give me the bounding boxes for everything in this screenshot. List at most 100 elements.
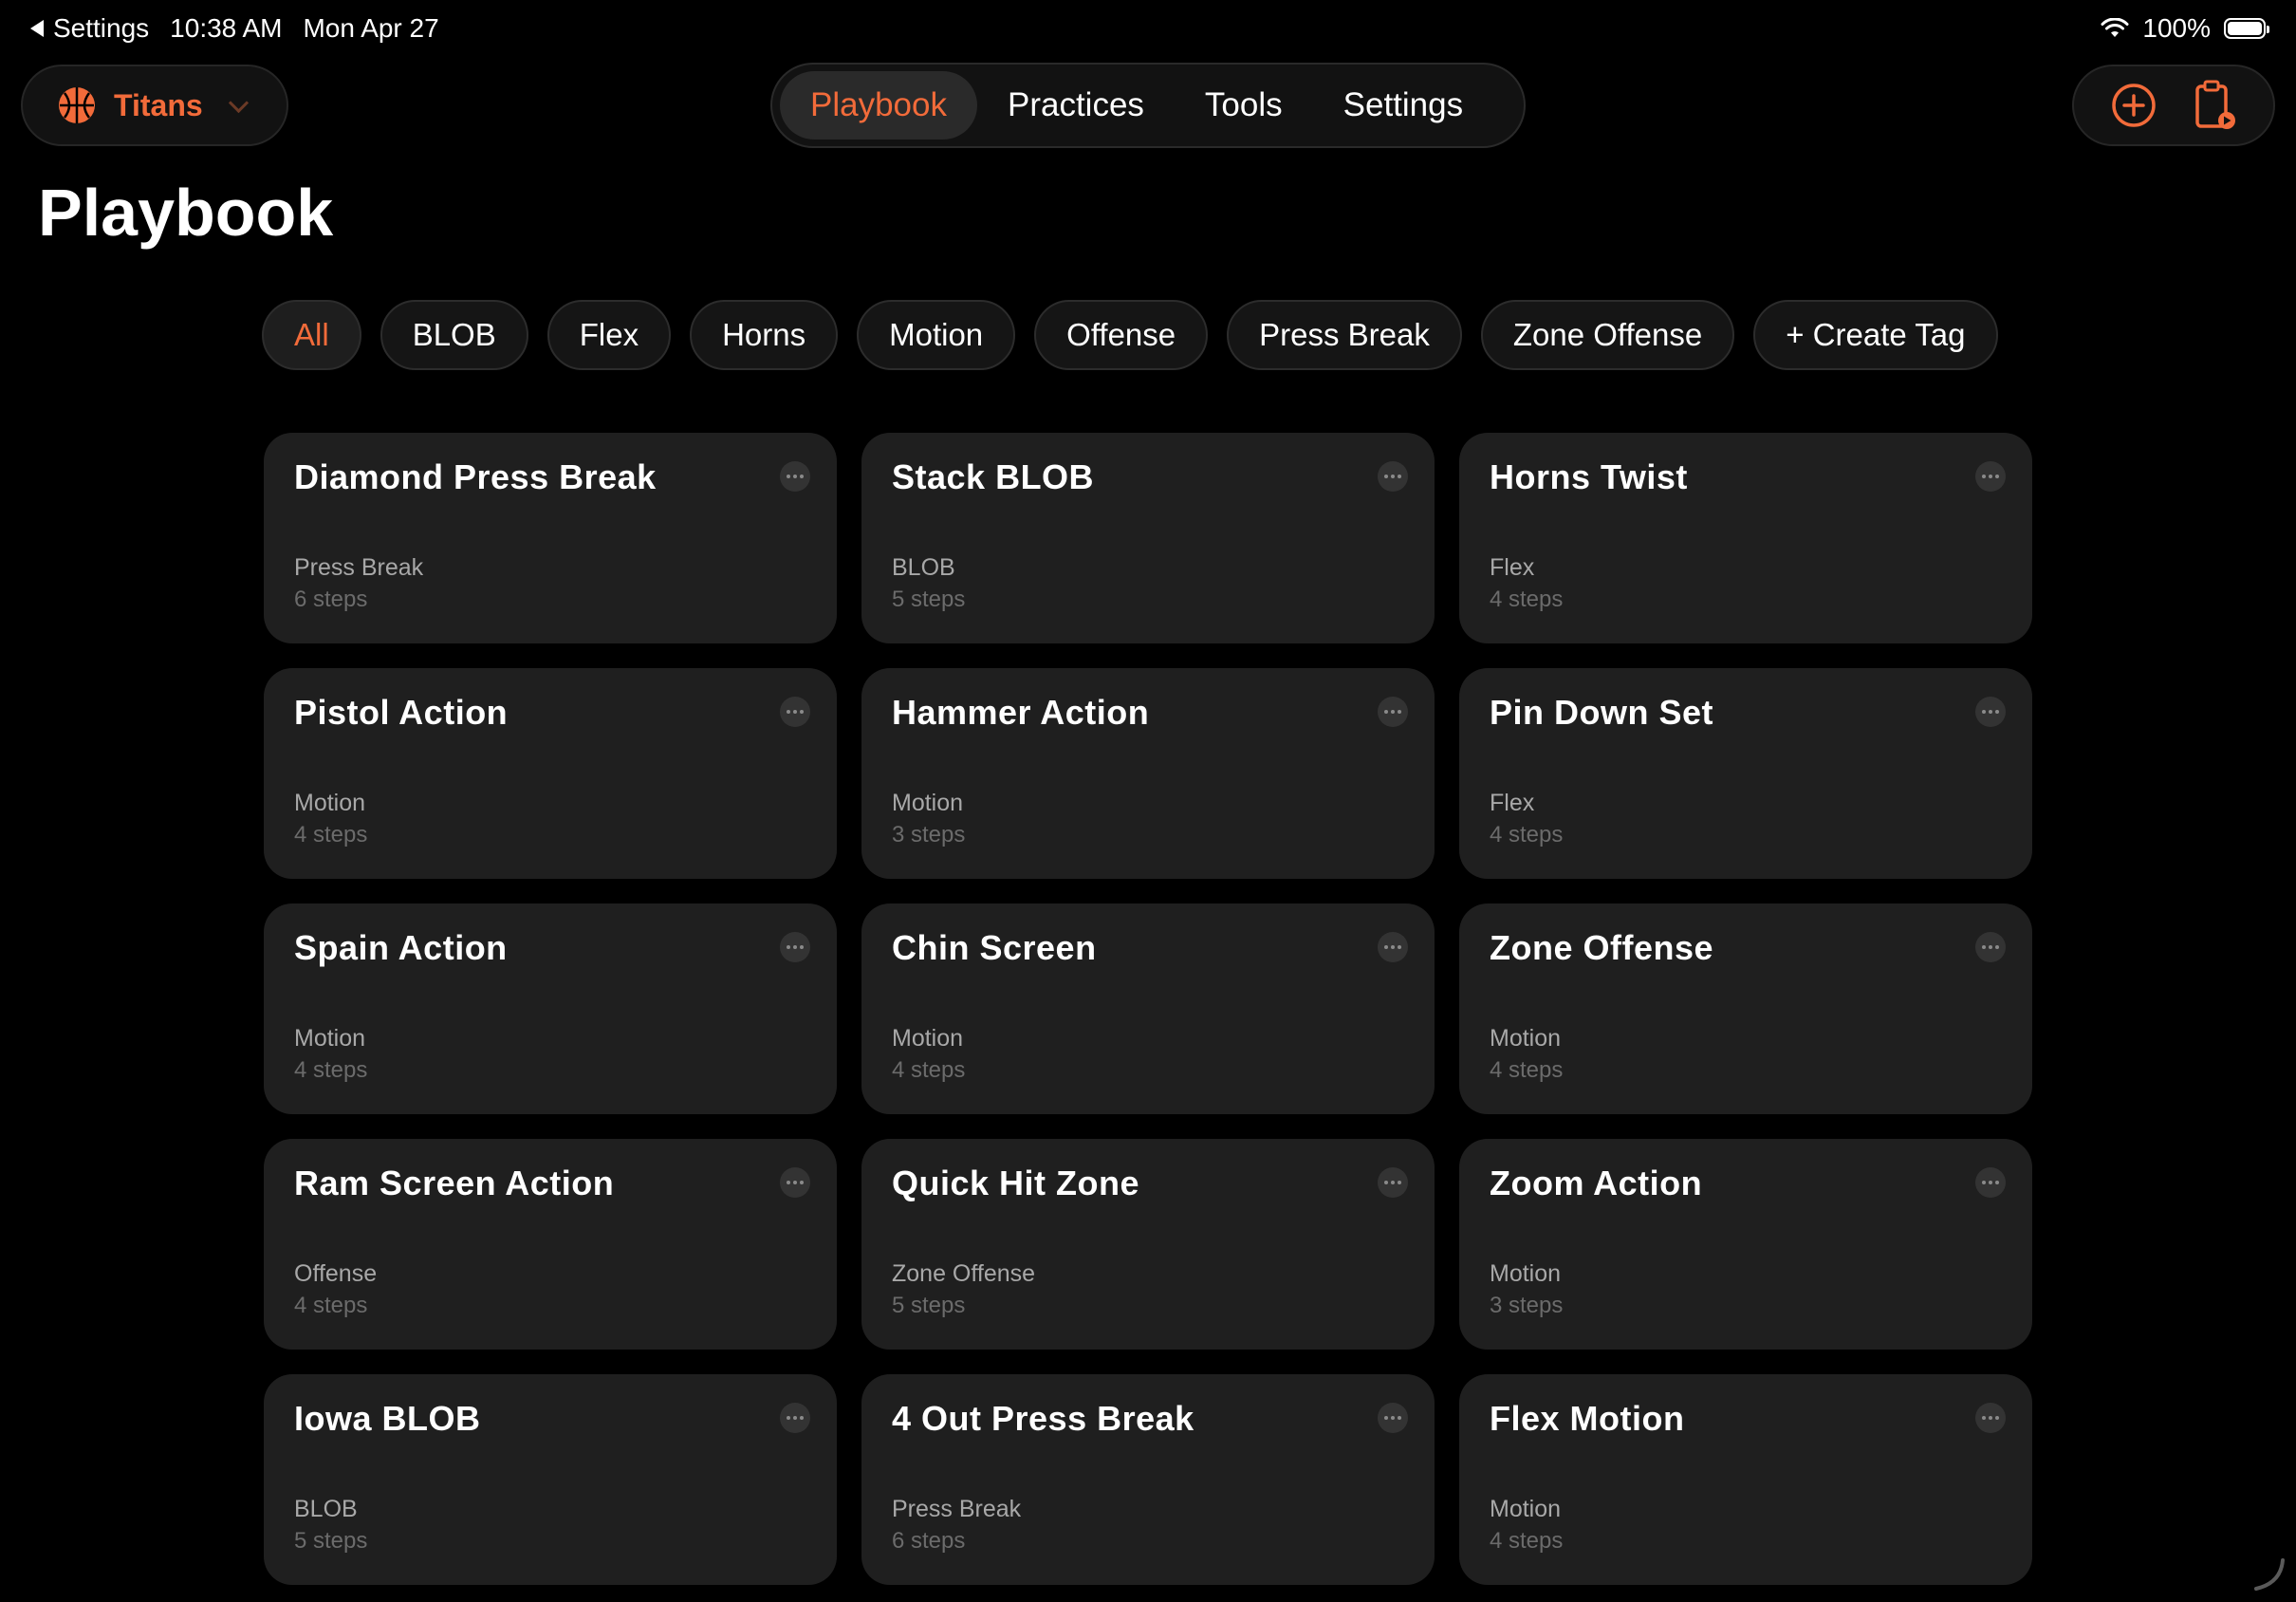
play-tag: BLOB xyxy=(294,1496,358,1522)
tag-all[interactable]: All xyxy=(262,300,361,370)
tab-playbook[interactable]: Playbook xyxy=(780,71,977,140)
play-steps: 4 steps xyxy=(1490,587,1564,612)
tab-tools[interactable]: Tools xyxy=(1175,71,1313,140)
more-options-button[interactable] xyxy=(1378,1167,1408,1198)
play-tag: Motion xyxy=(1490,1025,1562,1052)
tag-zone-offense[interactable]: Zone Offense xyxy=(1480,300,1735,370)
play-tag: Motion xyxy=(892,790,964,816)
play-title: Pin Down Set xyxy=(1490,693,1714,732)
play-card[interactable]: Pin Down Set Flex 4 steps xyxy=(1459,668,2032,879)
play-steps: 3 steps xyxy=(1490,1293,1564,1318)
play-title: Chin Screen xyxy=(892,928,1097,967)
play-card[interactable]: Zoom Action Motion 3 steps xyxy=(1459,1139,2032,1350)
status-bar: Settings 10:38 AM Mon Apr 27 100% xyxy=(30,13,2269,51)
battery-percent: 100% xyxy=(2142,13,2211,43)
play-steps: 5 steps xyxy=(892,1293,966,1318)
back-to-settings[interactable]: Settings xyxy=(30,13,149,44)
play-title: Ram Screen Action xyxy=(294,1164,615,1202)
tag-horns[interactable]: Horns xyxy=(690,300,839,370)
page-title: Playbook xyxy=(38,176,334,250)
play-title: Diamond Press Break xyxy=(294,457,657,496)
play-tag: Press Break xyxy=(892,1496,1022,1522)
add-play-button[interactable] xyxy=(2108,80,2159,131)
more-options-button[interactable] xyxy=(1378,932,1408,962)
play-card[interactable]: Spain Action Motion 4 steps xyxy=(264,903,837,1114)
play-title: Iowa BLOB xyxy=(294,1399,481,1438)
play-title: Zone Offense xyxy=(1490,928,1714,967)
more-options-button[interactable] xyxy=(780,1403,810,1433)
more-options-button[interactable] xyxy=(1975,1167,2006,1198)
more-options-button[interactable] xyxy=(1975,697,2006,727)
more-options-button[interactable] xyxy=(1378,697,1408,727)
play-tag: Flex xyxy=(1490,790,1535,816)
play-card[interactable]: Quick Hit Zone Zone Offense 5 steps xyxy=(861,1139,1435,1350)
tag-motion[interactable]: Motion xyxy=(857,300,1016,370)
play-title: Horns Twist xyxy=(1490,457,1688,496)
more-options-button[interactable] xyxy=(1378,461,1408,492)
play-title: Hammer Action xyxy=(892,693,1150,732)
play-tag: Zone Offense xyxy=(892,1260,1036,1287)
play-card[interactable]: Horns Twist Flex 4 steps xyxy=(1459,433,2032,643)
play-tag: Motion xyxy=(294,1025,366,1052)
play-title: Zoom Action xyxy=(1490,1164,1703,1202)
tag-filter-bar: All BLOB Flex Horns Motion Offense Press… xyxy=(262,300,1998,370)
tab-settings[interactable]: Settings xyxy=(1313,71,1493,140)
play-title: 4 Out Press Break xyxy=(892,1399,1194,1438)
play-title: Spain Action xyxy=(294,928,508,967)
status-bar-right: 100% xyxy=(2101,13,2269,44)
back-arrow-icon xyxy=(30,20,44,37)
play-title: Pistol Action xyxy=(294,693,509,732)
tag-press-break[interactable]: Press Break xyxy=(1227,300,1462,370)
play-steps: 6 steps xyxy=(892,1528,966,1554)
play-tag: Offense xyxy=(294,1260,378,1287)
play-steps: 6 steps xyxy=(294,587,368,612)
more-options-button[interactable] xyxy=(1975,1403,2006,1433)
back-label: Settings xyxy=(53,13,150,43)
play-steps: 4 steps xyxy=(1490,1057,1564,1083)
tag-offense[interactable]: Offense xyxy=(1034,300,1209,370)
play-steps: 3 steps xyxy=(892,822,966,848)
tab-practices[interactable]: Practices xyxy=(977,71,1175,140)
play-card[interactable]: Diamond Press Break Press Break 6 steps xyxy=(264,433,837,643)
more-options-button[interactable] xyxy=(1975,932,2006,962)
basketball-icon xyxy=(59,87,95,123)
play-title: Flex Motion xyxy=(1490,1399,1685,1438)
clipboard-play-icon xyxy=(2194,80,2235,129)
play-tag: Motion xyxy=(1490,1496,1562,1522)
chevron-down-icon xyxy=(228,92,249,113)
status-bar-left: Settings 10:38 AM Mon Apr 27 xyxy=(30,13,439,44)
more-options-button[interactable] xyxy=(780,932,810,962)
status-time: 10:38 AM xyxy=(170,13,283,43)
play-card[interactable]: Ram Screen Action Offense 4 steps xyxy=(264,1139,837,1350)
more-options-button[interactable] xyxy=(780,697,810,727)
status-date: Mon Apr 27 xyxy=(303,13,439,43)
play-steps: 5 steps xyxy=(892,587,966,612)
team-selector[interactable]: Titans xyxy=(21,65,288,146)
play-tag: Motion xyxy=(892,1025,964,1052)
more-options-button[interactable] xyxy=(780,1167,810,1198)
clipboard-button[interactable] xyxy=(2189,80,2240,131)
play-card[interactable]: Zone Offense Motion 4 steps xyxy=(1459,903,2032,1114)
tag-flex[interactable]: Flex xyxy=(546,300,672,370)
play-steps: 4 steps xyxy=(892,1057,966,1083)
play-steps: 4 steps xyxy=(1490,822,1564,848)
play-card[interactable]: Flex Motion Motion 4 steps xyxy=(1459,1374,2032,1585)
play-card[interactable]: Pistol Action Motion 4 steps xyxy=(264,668,837,879)
play-title: Quick Hit Zone xyxy=(892,1164,1140,1202)
play-card[interactable]: Chin Screen Motion 4 steps xyxy=(861,903,1435,1114)
more-options-button[interactable] xyxy=(1975,461,2006,492)
resize-handle-icon xyxy=(2254,1558,2285,1591)
play-card[interactable]: 4 Out Press Break Press Break 6 steps xyxy=(861,1374,1435,1585)
more-options-button[interactable] xyxy=(1378,1403,1408,1433)
play-card[interactable]: Iowa BLOB BLOB 5 steps xyxy=(264,1374,837,1585)
play-steps: 4 steps xyxy=(1490,1528,1564,1554)
play-tag: BLOB xyxy=(892,554,955,581)
tag-blob[interactable]: BLOB xyxy=(380,300,528,370)
play-steps: 4 steps xyxy=(294,1057,368,1083)
play-tag: Motion xyxy=(1490,1260,1562,1287)
play-card[interactable]: Stack BLOB BLOB 5 steps xyxy=(861,433,1435,643)
play-card[interactable]: Hammer Action Motion 3 steps xyxy=(861,668,1435,879)
create-tag-button[interactable]: + Create Tag xyxy=(1753,300,1998,370)
battery-icon xyxy=(2224,18,2269,39)
more-options-button[interactable] xyxy=(780,461,810,492)
